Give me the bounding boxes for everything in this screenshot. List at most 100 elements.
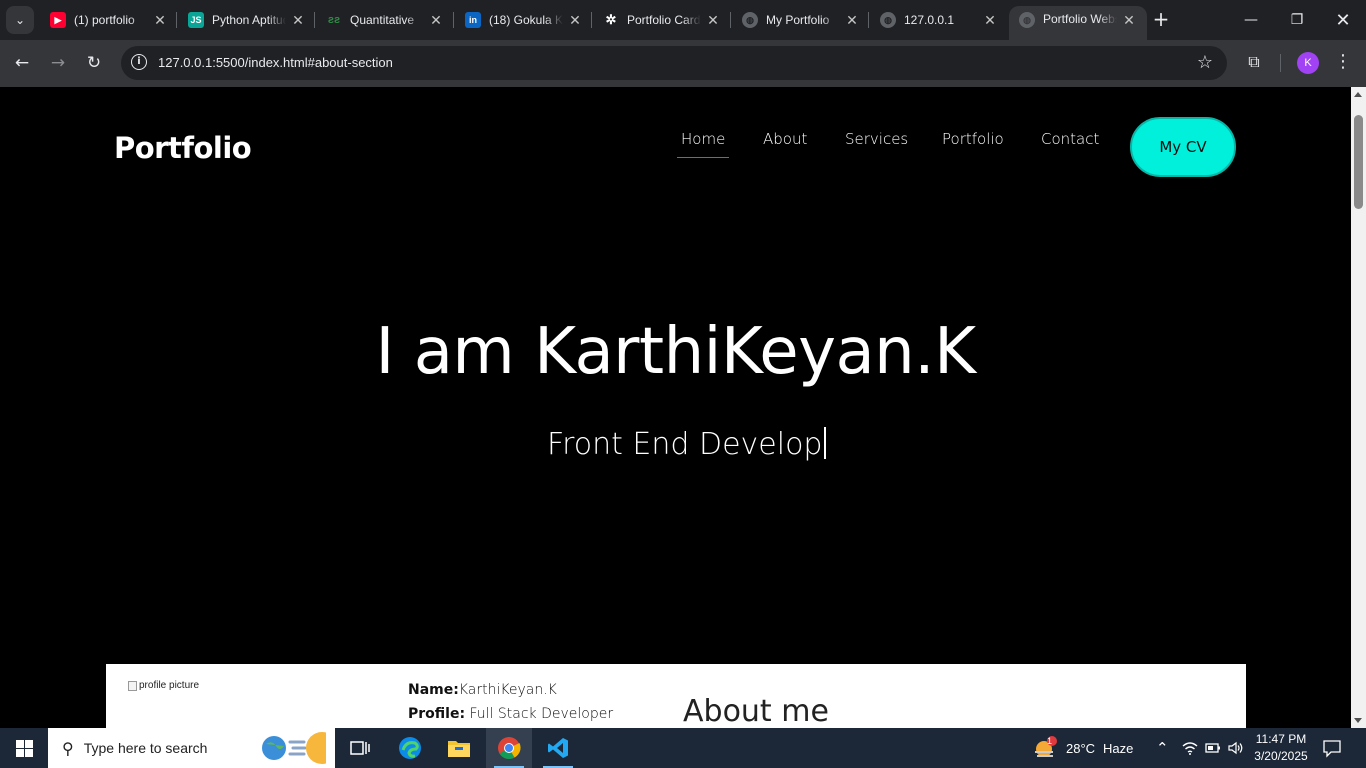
close-icon: ✕ xyxy=(1335,9,1351,31)
browser-tab[interactable]: in (18) Gokula Krishnan ✕ xyxy=(455,6,593,34)
edge-icon xyxy=(399,737,421,759)
linkedin-icon: in xyxy=(465,12,481,28)
browser-tab[interactable]: ƨƨ Quantitative ✕ xyxy=(316,6,454,34)
my-cv-button[interactable]: My CV xyxy=(1130,117,1236,177)
weather-temp: 28°C xyxy=(1066,740,1096,756)
battery-button[interactable] xyxy=(1205,728,1221,768)
weather-badge: 1 xyxy=(1047,736,1053,746)
chatgpt-icon: ✲ xyxy=(605,12,617,27)
folder-icon xyxy=(448,741,470,757)
tab-title: (1) portfolio xyxy=(74,13,135,27)
reload-icon: ↻ xyxy=(86,53,102,73)
search-highlight-icon xyxy=(262,732,326,764)
weather-widget[interactable]: 1 28°C Haze xyxy=(1032,728,1133,768)
typed-text: Front End Develop xyxy=(547,427,823,462)
name-label: Name: xyxy=(408,682,459,698)
about-profile-row: Profile: Full Stack Developer xyxy=(408,706,613,722)
scroll-up-icon[interactable] xyxy=(1354,92,1362,97)
volume-button[interactable] xyxy=(1228,728,1244,768)
close-icon[interactable]: ✕ xyxy=(428,12,444,29)
close-icon[interactable]: ✕ xyxy=(844,12,860,29)
restore-button[interactable]: ❐ xyxy=(1274,0,1320,40)
chevron-down-icon: ⌄ xyxy=(14,13,26,27)
nav-home[interactable]: Home xyxy=(676,130,730,158)
python-aptitude-icon: JS xyxy=(188,12,204,28)
browser-tab[interactable]: ✲ Portfolio Card ✕ xyxy=(593,6,731,34)
profile-picture: profile picture xyxy=(128,680,199,691)
about-name-row: Name:KarthiKeyan.K xyxy=(408,682,557,698)
restore-icon: ❐ xyxy=(1290,12,1304,28)
close-icon[interactable]: ✕ xyxy=(705,12,721,29)
task-view-button[interactable] xyxy=(337,728,383,768)
about-section: profile picture Name:KarthiKeyan.K Profi… xyxy=(106,664,1246,728)
tab-search-button[interactable]: ⌄ xyxy=(6,6,34,34)
new-tab-button[interactable]: + xyxy=(1150,8,1172,30)
weather-haze-icon xyxy=(1035,736,1057,757)
taskbar-vscode[interactable] xyxy=(535,728,581,768)
nav-services[interactable]: Services xyxy=(845,130,908,148)
taskbar-search[interactable]: ⚲ Type here to search xyxy=(48,728,335,768)
taskbar-file-explorer[interactable] xyxy=(436,728,482,768)
back-button[interactable]: ← xyxy=(9,50,35,76)
bookmark-star-icon[interactable]: ☆ xyxy=(1197,52,1213,73)
browser-tab-strip: ⌄ ▶ (1) portfolio ✕ JS Python Aptitude ✕… xyxy=(0,0,1366,40)
clock-date: 3/20/2025 xyxy=(1254,749,1308,763)
name-value: KarthiKeyan.K xyxy=(458,682,557,698)
start-button[interactable] xyxy=(0,728,48,768)
tab-title: Quantitative xyxy=(350,13,415,27)
close-icon[interactable]: ✕ xyxy=(982,12,998,29)
extensions-icon[interactable]: ⧉ xyxy=(1243,52,1265,74)
nav-about[interactable]: About xyxy=(763,130,807,148)
notification-icon[interactable] xyxy=(1322,738,1342,758)
wifi-icon xyxy=(1182,742,1198,755)
minimize-icon: — xyxy=(1244,12,1258,28)
show-hidden-icons-button[interactable]: ⌃ xyxy=(1156,728,1169,768)
address-bar[interactable]: i 127.0.0.1:5500/index.html#about-sectio… xyxy=(121,46,1227,80)
arrow-right-icon: → xyxy=(50,53,66,73)
nav-portfolio[interactable]: Portfolio xyxy=(942,130,1004,148)
taskbar-edge[interactable] xyxy=(387,728,433,768)
close-icon[interactable]: ✕ xyxy=(290,12,306,29)
browser-tab-active[interactable]: ◍ Portfolio Website ✕ xyxy=(1009,6,1147,40)
hero-title: I am KarthiKeyan.K xyxy=(375,315,976,389)
browser-tab[interactable]: JS Python Aptitude ✕ xyxy=(178,6,316,34)
tab-title: (18) Gokula Krishnan xyxy=(489,13,563,27)
page-scrollbar[interactable] xyxy=(1351,87,1366,728)
more-menu-icon[interactable]: ⋮ xyxy=(1334,51,1352,72)
minimize-button[interactable]: — xyxy=(1228,0,1274,40)
scroll-thumb[interactable] xyxy=(1354,115,1363,209)
scroll-down-icon[interactable] xyxy=(1354,718,1362,723)
close-icon[interactable]: ✕ xyxy=(567,12,583,29)
typing-cursor xyxy=(824,427,827,459)
tab-title: Portfolio Card xyxy=(627,13,701,27)
hero-subtitle: Front End Develop xyxy=(547,427,827,462)
site-logo[interactable]: Portfolio xyxy=(114,131,252,165)
close-icon[interactable]: ✕ xyxy=(1121,12,1137,29)
system-clock[interactable]: 11:47 PM 3/20/2025 xyxy=(1250,731,1312,765)
nav-contact[interactable]: Contact xyxy=(1041,130,1099,148)
reload-button[interactable]: ↻ xyxy=(81,50,107,76)
globe-icon: ◍ xyxy=(1019,12,1035,28)
taskbar: ⚲ Type here to search 1 28°C Haze ⌃ 11:4… xyxy=(0,728,1366,768)
weather-desc: Haze xyxy=(1103,740,1134,756)
browser-tab[interactable]: ◍ 127.0.0.1 ✕ xyxy=(870,6,1008,34)
close-icon[interactable]: ✕ xyxy=(152,12,168,29)
profile-label: Profile: xyxy=(408,706,466,722)
battery-icon xyxy=(1205,743,1220,753)
chrome-icon xyxy=(498,737,521,759)
page-viewport: Portfolio Home About Services Portfolio … xyxy=(0,87,1351,728)
browser-toolbar: ← → ↻ i 127.0.0.1:5500/index.html#about-… xyxy=(0,40,1366,87)
profile-value: Full Stack Developer xyxy=(469,706,614,722)
geeksforgeeks-icon: ƨƨ xyxy=(327,14,341,26)
site-info-icon[interactable]: i xyxy=(131,54,147,70)
forward-button[interactable]: → xyxy=(45,50,71,76)
network-button[interactable] xyxy=(1182,728,1198,768)
browser-tab[interactable]: ◍ My Portfolio ✕ xyxy=(732,6,870,34)
youtube-icon: ▶ xyxy=(50,12,66,28)
taskbar-chrome[interactable] xyxy=(486,728,532,768)
browser-tab[interactable]: ▶ (1) portfolio ✕ xyxy=(40,6,178,34)
close-window-button[interactable]: ✕ xyxy=(1320,0,1366,40)
tab-title: 127.0.0.1 xyxy=(904,13,955,27)
url-text[interactable]: 127.0.0.1:5500/index.html#about-section xyxy=(158,55,393,70)
profile-avatar[interactable]: K xyxy=(1297,52,1319,74)
